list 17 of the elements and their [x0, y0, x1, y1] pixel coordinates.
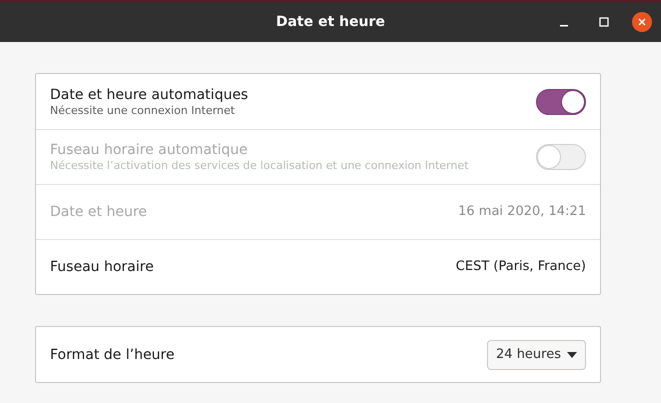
- setting-label: Fuseau horaire automatique: [50, 141, 249, 159]
- toggle-switch[interactable]: [536, 88, 586, 114]
- setting-label: Format de l’heure: [50, 346, 176, 364]
- setting-label: Date et heure: [50, 203, 148, 221]
- setting-label: Date et heure automatiques: [50, 86, 250, 104]
- setting-description: Nécessite l’activation des services de localisation et une connexion Internet: [50, 159, 470, 173]
- close-icon: [637, 17, 647, 27]
- maximize-icon: [599, 17, 609, 27]
- setting-description: Nécessite une connexion Internet: [50, 104, 236, 118]
- window-title: Date et heure: [276, 12, 386, 32]
- minimize-icon: [560, 25, 568, 27]
- setting-label: Fuseau horaire: [50, 258, 155, 276]
- caret-icon: [567, 352, 577, 358]
- format-dropdown[interactable]: 24 heures: [487, 340, 586, 370]
- setting-value: 16 mai 2020, 14:21: [458, 203, 586, 222]
- setting-value: CEST (Paris, France): [456, 258, 586, 276]
- close-button[interactable]: [632, 12, 652, 32]
